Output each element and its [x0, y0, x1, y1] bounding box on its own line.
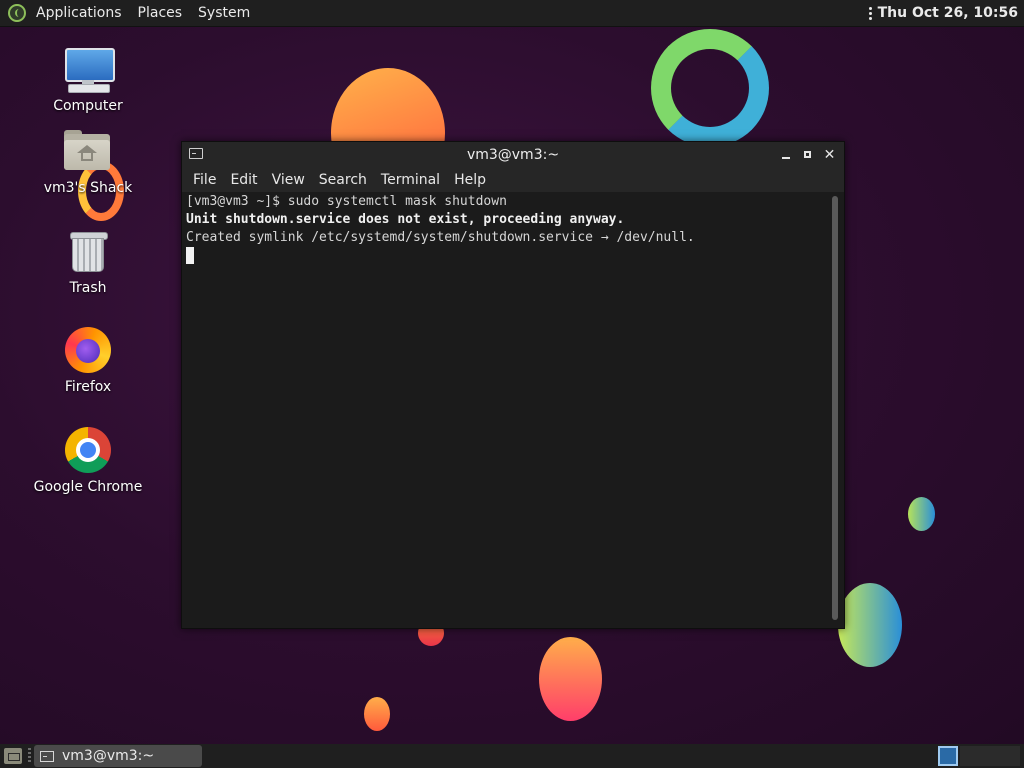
- menu-search[interactable]: Search: [312, 172, 374, 188]
- desktop-icon-label: Firefox: [64, 379, 112, 395]
- taskbar-item-label: vm3@vm3:~: [62, 748, 155, 764]
- text-cursor: [186, 247, 194, 264]
- desktop-icon-firefox[interactable]: Firefox: [33, 327, 143, 395]
- desktop-icon-trash[interactable]: Trash: [33, 228, 143, 296]
- system-menu[interactable]: System: [190, 0, 258, 26]
- top-panel: Applications Places System Thu Oct 26, 1…: [0, 0, 1024, 27]
- wallpaper-green-blob: [838, 583, 902, 667]
- menu-help[interactable]: Help: [447, 172, 493, 188]
- chrome-icon: [62, 427, 114, 475]
- clock[interactable]: Thu Oct 26, 10:56: [878, 5, 1018, 21]
- menu-file[interactable]: File: [186, 172, 223, 188]
- clock-area[interactable]: Thu Oct 26, 10:56: [868, 0, 1018, 26]
- close-button[interactable]: ✕: [821, 146, 838, 163]
- menu-edit[interactable]: Edit: [223, 172, 264, 188]
- workspace-switcher[interactable]: [960, 746, 1020, 766]
- wallpaper-small-orange-blob: [364, 697, 390, 731]
- kebab-menu-icon[interactable]: [868, 6, 872, 20]
- workspace-switcher-active[interactable]: [938, 746, 958, 766]
- wallpaper-pink-blob: [539, 637, 602, 721]
- terminal-prompt-line: [186, 247, 826, 265]
- desktop-icon-label: Google Chrome: [33, 479, 143, 495]
- desktop-icon-label: Computer: [53, 98, 123, 114]
- menu-view[interactable]: View: [265, 172, 312, 188]
- terminal-output[interactable]: [vm3@vm3 ~]$ sudo systemctl mask shutdow…: [182, 192, 830, 628]
- panel-separator: [28, 748, 31, 764]
- terminal-icon: [189, 148, 203, 159]
- wallpaper-blue-blob: [908, 497, 935, 531]
- maximize-button[interactable]: [799, 146, 816, 163]
- taskbar-item-terminal[interactable]: vm3@vm3:~: [34, 745, 202, 767]
- firefox-icon: [62, 327, 114, 375]
- terminal-line: [vm3@vm3 ~]$ sudo systemctl mask shutdow…: [186, 194, 507, 209]
- distro-logo-icon[interactable]: [8, 4, 26, 22]
- desktop-icon-home[interactable]: vm3's Shack: [33, 128, 143, 196]
- terminal-scrollbar[interactable]: [832, 196, 838, 620]
- window-title: vm3@vm3:~: [466, 146, 560, 163]
- desktop-icon-label: vm3's Shack: [43, 180, 133, 196]
- menu-terminal[interactable]: Terminal: [374, 172, 447, 188]
- trash-icon: [62, 228, 114, 276]
- minimize-button[interactable]: [777, 146, 794, 163]
- terminal-line: Created symlink /etc/systemd/system/shut…: [186, 230, 695, 245]
- applications-menu[interactable]: Applications: [28, 0, 130, 26]
- terminal-icon: [40, 750, 54, 762]
- desktop-icon-label: Trash: [69, 280, 107, 296]
- home-folder-icon: [62, 128, 114, 176]
- terminal-line: Unit shutdown.service does not exist, pr…: [186, 212, 625, 227]
- wallpaper-ring: [651, 29, 769, 147]
- bottom-panel: vm3@vm3:~: [0, 744, 1024, 768]
- desktop-icon-computer[interactable]: Computer: [33, 46, 143, 114]
- desktop-icon-chrome[interactable]: Google Chrome: [33, 427, 143, 495]
- terminal-menubar: File Edit View Search Terminal Help: [182, 167, 844, 192]
- places-menu[interactable]: Places: [130, 0, 191, 26]
- terminal-titlebar[interactable]: vm3@vm3:~ ✕: [182, 142, 844, 167]
- terminal-window[interactable]: vm3@vm3:~ ✕ File Edit View Search Termin…: [181, 141, 845, 629]
- computer-icon: [62, 46, 115, 94]
- show-desktop-icon[interactable]: [4, 748, 22, 764]
